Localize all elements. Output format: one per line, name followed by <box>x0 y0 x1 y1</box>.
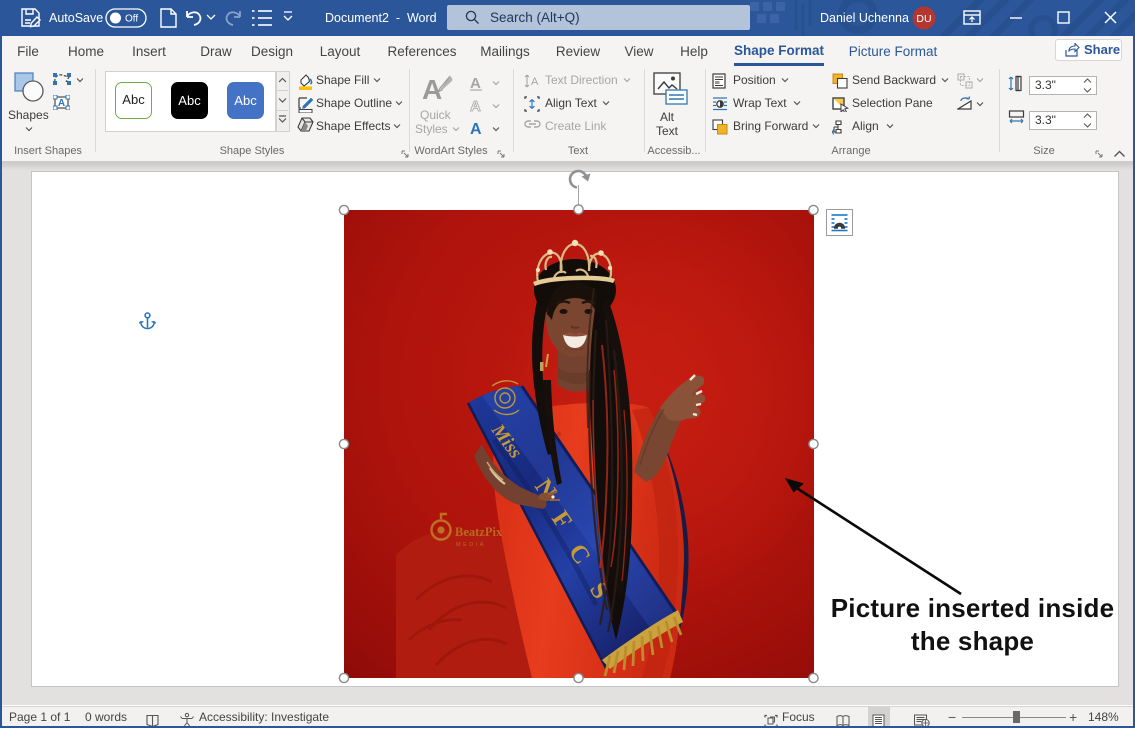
svg-text:A: A <box>531 76 539 88</box>
svg-text:A: A <box>470 98 481 114</box>
svg-text:A: A <box>58 98 65 109</box>
svg-text:Off: Off <box>125 14 138 25</box>
svg-text:DU: DU <box>916 13 931 25</box>
svg-text:A: A <box>470 75 481 91</box>
svg-text:A: A <box>470 121 482 137</box>
